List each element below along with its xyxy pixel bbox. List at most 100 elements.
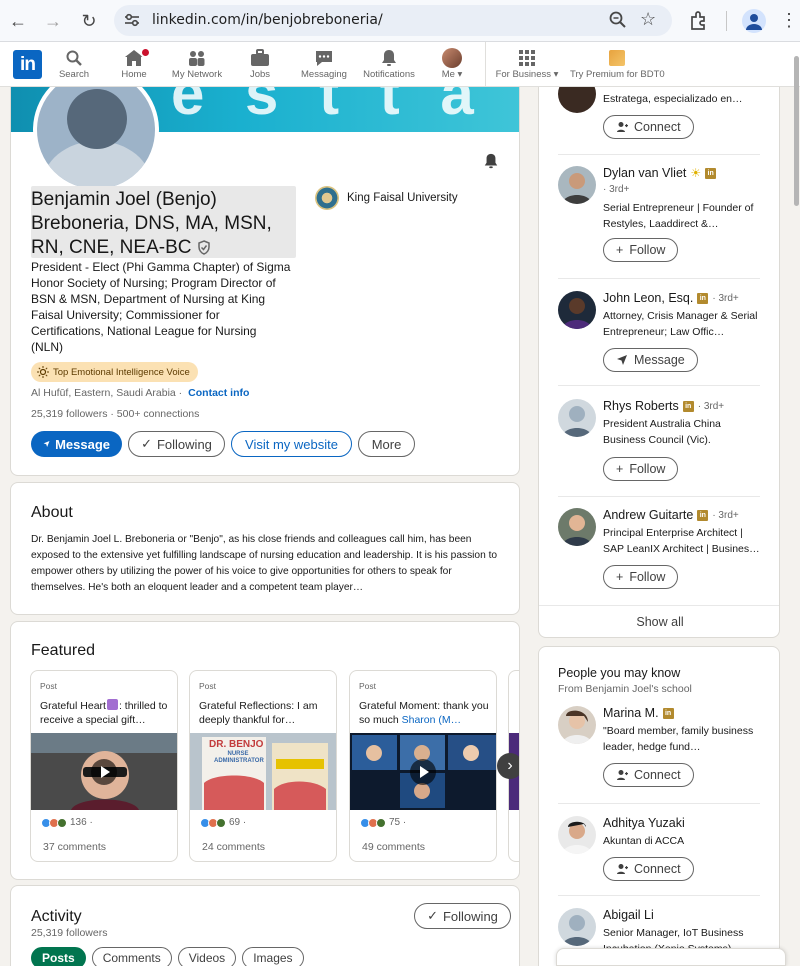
person-name[interactable]: Dylan van Vliet ☀ in xyxy=(603,166,717,180)
divider xyxy=(558,895,760,896)
play-icon[interactable] xyxy=(91,759,117,785)
back-icon[interactable]: ← xyxy=(6,9,30,33)
extensions-icon[interactable] xyxy=(688,9,710,31)
message-person-button[interactable]: Message xyxy=(603,348,698,372)
reaction-count[interactable]: 136 · xyxy=(41,817,93,828)
nav-notifications[interactable]: Notifications xyxy=(361,48,417,84)
bell-icon xyxy=(361,48,417,68)
followers-connections[interactable]: 25,319 followers · 500+ connections xyxy=(31,408,199,420)
person-avatar[interactable] xyxy=(558,87,596,113)
message-button[interactable]: Message xyxy=(31,431,122,457)
nav-messaging[interactable]: Messaging xyxy=(300,48,348,84)
education-link[interactable]: King Faisal University xyxy=(315,186,458,210)
play-icon[interactable] xyxy=(410,759,436,785)
nav-my-network[interactable]: My Network xyxy=(170,48,224,84)
nav-for-business-label: For Business ▾ xyxy=(495,69,559,80)
grid-icon xyxy=(495,48,559,68)
profile-headline: President - Elect (Phi Gamma Chapter) of… xyxy=(31,260,291,354)
activity-following-button[interactable]: ✓ Following xyxy=(414,903,511,929)
reaction-count[interactable]: 75 · xyxy=(360,817,406,828)
url-text[interactable]: linkedin.com/in/benjobreboneria/ xyxy=(152,12,383,28)
comment-count[interactable]: 37 comments xyxy=(43,841,106,853)
page-scrollbar[interactable] xyxy=(794,56,799,206)
visit-website-button[interactable]: Visit my website xyxy=(231,431,352,457)
more-button[interactable]: More xyxy=(358,431,415,457)
address-bar[interactable]: linkedin.com/in/benjobreboneria/ ☆ xyxy=(114,5,672,36)
tab-images[interactable]: Images xyxy=(242,947,304,966)
reload-icon[interactable]: ↻ xyxy=(77,9,101,33)
person-avatar[interactable] xyxy=(558,399,596,437)
top-voice-badge[interactable]: Top Emotional Intelligence Voice xyxy=(31,362,198,382)
person-avatar[interactable] xyxy=(558,816,596,854)
follow-button[interactable]: + Follow xyxy=(603,238,679,262)
featured-kind: Post xyxy=(199,681,217,691)
featured-video-thumbnail[interactable] xyxy=(350,733,496,810)
follow-button[interactable]: + Follow xyxy=(603,457,679,481)
activity-following-label: Following xyxy=(442,908,498,924)
featured-item-title: Grateful Heart: thrilled to receive a sp… xyxy=(40,699,168,726)
person-name[interactable]: Rhys Roberts in · 3rd+ xyxy=(603,399,724,413)
profile-name-text: Benjamin Joel (Benjo) Breboneria, DNS, M… xyxy=(31,189,272,258)
verified-shield-icon[interactable] xyxy=(197,240,211,255)
subscribe-bell-icon[interactable] xyxy=(483,153,499,169)
nav-notifications-label: Notifications xyxy=(363,69,415,80)
reaction-icons xyxy=(200,817,226,828)
person-avatar[interactable] xyxy=(558,166,596,204)
nav-try-premium[interactable]: Try Premium for BDT0 xyxy=(570,48,665,84)
activity-title: Activity xyxy=(31,908,82,925)
site-settings-icon[interactable] xyxy=(124,13,140,27)
person-name[interactable]: Marina M. in xyxy=(603,706,674,720)
person-name[interactable]: Adhitya Yuzaki xyxy=(603,816,685,830)
nav-search[interactable]: Search xyxy=(58,48,90,84)
show-all-button[interactable]: Show all xyxy=(539,605,779,637)
messaging-overlay[interactable] xyxy=(556,948,786,966)
person-avatar[interactable] xyxy=(558,291,596,329)
person-name[interactable]: Abigail Li xyxy=(603,908,654,922)
reaction-count[interactable]: 69 · xyxy=(200,817,246,828)
nav-jobs[interactable]: Jobs xyxy=(246,48,274,84)
activity-tabs: Posts Comments Videos Images xyxy=(31,947,304,966)
nav-for-business[interactable]: For Business ▾ xyxy=(495,48,559,84)
featured-item[interactable]: Post Grateful Moment: thank you so much … xyxy=(349,670,497,862)
featured-video-thumbnail[interactable] xyxy=(31,733,177,810)
browser-profile-icon[interactable] xyxy=(742,9,766,33)
comment-count[interactable]: 49 comments xyxy=(362,841,425,853)
profile-photo[interactable] xyxy=(33,87,159,193)
person-desc: President Australia China Business Counc… xyxy=(603,418,721,446)
person-avatar[interactable] xyxy=(558,508,596,546)
toolbar-separator xyxy=(726,11,727,31)
carousel-next-icon[interactable]: › xyxy=(497,753,519,779)
linkedin-logo[interactable]: in xyxy=(13,50,42,79)
person-name[interactable]: John Leon, Esq. in · 3rd+ xyxy=(603,291,739,305)
featured-item[interactable]: Post Grateful Heart: thrilled to receive… xyxy=(30,670,178,862)
nav-messaging-label: Messaging xyxy=(301,69,347,80)
about-text[interactable]: Dr. Benjamin Joel L. Breboneria or "Benj… xyxy=(31,532,501,596)
connect-button[interactable]: Connect xyxy=(603,763,694,787)
tab-comments[interactable]: Comments xyxy=(91,947,172,966)
featured-item[interactable]: Post Grateful Reflections: I am deeply t… xyxy=(189,670,337,862)
contact-info-link[interactable]: Contact info xyxy=(188,387,249,399)
featured-item-title: Grateful Moment: thank you so much Sharo… xyxy=(359,700,489,726)
forward-icon[interactable]: → xyxy=(41,9,65,33)
tab-videos[interactable]: Videos xyxy=(177,947,237,966)
nav-home[interactable]: Home xyxy=(118,47,151,84)
featured-kind: Post xyxy=(40,681,58,691)
person-avatar[interactable] xyxy=(558,908,596,946)
connect-button[interactable]: Connect xyxy=(603,115,694,139)
check-icon: ✓ xyxy=(141,436,152,451)
zoom-icon[interactable] xyxy=(608,10,628,30)
notification-dot xyxy=(140,47,151,58)
browser-menu-icon[interactable]: ⋮ xyxy=(780,10,798,30)
tab-posts[interactable]: Posts xyxy=(31,947,86,966)
thumb-caption: DR. BENJO xyxy=(209,739,264,750)
follow-button[interactable]: + Follow xyxy=(603,565,679,589)
featured-image-thumbnail[interactable]: DR. BENJO NURSE ADMINISTRATOR xyxy=(190,733,336,810)
comment-count[interactable]: 24 comments xyxy=(202,841,265,853)
bookmark-star-icon[interactable]: ☆ xyxy=(640,9,656,30)
person-name[interactable]: Andrew Guitarte in · 3rd+ xyxy=(603,508,739,522)
nav-me[interactable]: Me ▾ xyxy=(438,48,466,84)
person-avatar[interactable] xyxy=(558,706,596,744)
mention-link[interactable]: Sharon (M… xyxy=(402,714,462,726)
following-button[interactable]: ✓ Following xyxy=(128,431,225,457)
connect-button[interactable]: Connect xyxy=(603,857,694,881)
